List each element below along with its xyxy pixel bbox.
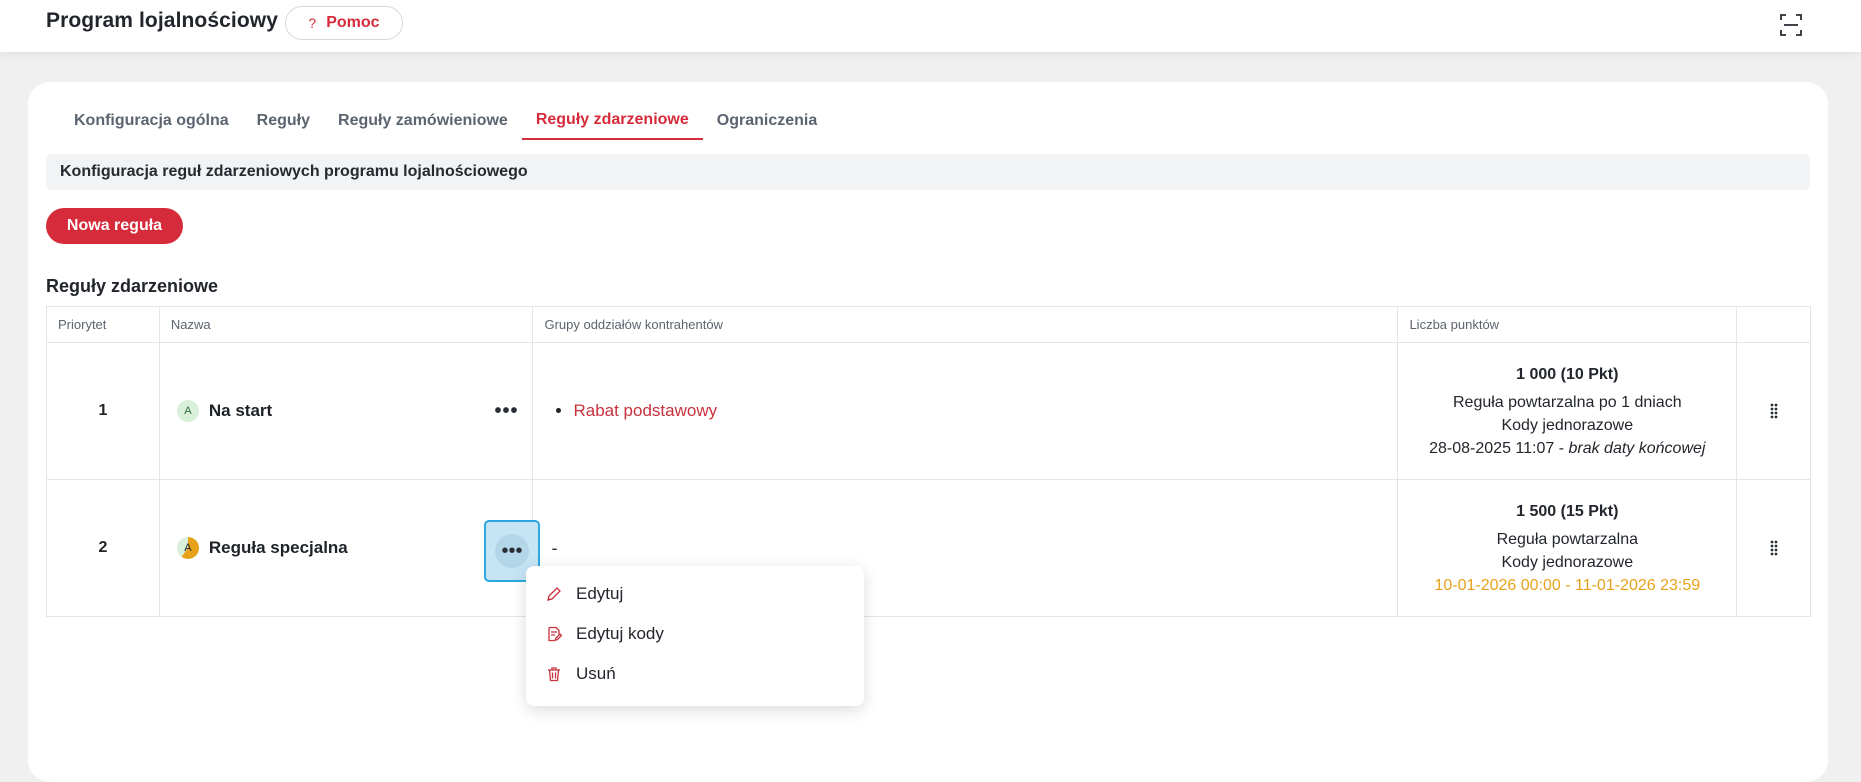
date-separator: -: [1554, 439, 1569, 457]
name-cell: A Na start •••: [160, 343, 534, 479]
more-icon: •••: [495, 534, 529, 568]
date-range: 10-01-2026 00:00 - 11-01-2026 23:59: [1434, 576, 1701, 594]
trash-icon: [548, 667, 560, 682]
question-icon: ?: [308, 15, 317, 31]
tab-order-rules[interactable]: Reguły zamówieniowe: [324, 102, 522, 140]
list-item: Rabat podstawowy: [573, 401, 717, 421]
date-range: 28-08-2025 11:07 - brak daty końcowej: [1429, 437, 1705, 460]
help-button[interactable]: ? Pomoc: [285, 6, 403, 40]
menu-item-label: Usuń: [576, 664, 616, 683]
points-cell: 1 500 (15 Pkt) Reguła powtarzalna Kody j…: [1398, 480, 1738, 616]
top-bar: Program lojalnościowy ? Pomoc: [0, 0, 1861, 52]
column-header-actions: [1737, 307, 1810, 342]
row-context-menu: Edytuj Edytuj kody Usuń: [526, 566, 864, 706]
menu-item-edit[interactable]: Edytuj: [526, 574, 864, 614]
tab-bar: Konfiguracja ogólna Reguły Reguły zamówi…: [60, 102, 831, 140]
tab-rules[interactable]: Reguły: [243, 102, 324, 140]
date-start: 28-08-2025 11:07: [1429, 439, 1555, 457]
row-actions-button[interactable]: •••: [488, 393, 524, 429]
column-header-groups: Grupy oddziałów kontrahentów: [533, 307, 1399, 342]
table-row: 1 A Na start ••• Rabat podstawowy 1 000 …: [47, 343, 1810, 480]
priority-cell: 2: [47, 480, 160, 616]
fullscreen-icon[interactable]: [1778, 12, 1804, 38]
drag-handle-icon[interactable]: [1770, 403, 1778, 419]
repeat-info: Reguła powtarzalna po 1 dniach: [1452, 393, 1682, 411]
priority-cell: 1: [47, 343, 160, 479]
name-cell: A Reguła specjalna: [160, 480, 534, 616]
table-row: 2 A Reguła specjalna - 1 500 (15 Pkt) Re…: [47, 480, 1810, 616]
codes-info: Kody jednorazowe: [1501, 553, 1634, 571]
table-header: Priorytet Nazwa Grupy oddziałów kontrahe…: [47, 307, 1810, 343]
drag-cell: [1737, 343, 1810, 479]
status-avatar: A: [176, 537, 199, 559]
drag-handle-icon[interactable]: [1770, 540, 1778, 556]
codes-info: Kody jednorazowe: [1501, 416, 1634, 434]
info-banner: Konfiguracja reguł zdarzeniowych program…: [46, 154, 1810, 190]
menu-item-edit-codes[interactable]: Edytuj kody: [526, 614, 864, 654]
tab-general-config[interactable]: Konfiguracja ogólna: [60, 102, 243, 140]
column-header-name: Nazwa: [160, 307, 534, 342]
date-end: brak daty końcowej: [1568, 439, 1706, 457]
tab-event-rules[interactable]: Reguły zdarzeniowe: [521, 102, 703, 140]
points-value: 1 000 (10 Pkt): [1516, 365, 1619, 383]
pencil-icon: [547, 587, 561, 601]
edit-document-icon: [548, 626, 562, 642]
column-header-priority: Priorytet: [47, 307, 160, 342]
new-rule-button[interactable]: Nowa reguła: [46, 208, 183, 244]
group-link[interactable]: Rabat podstawowy: [573, 401, 717, 420]
points-cell: 1 000 (10 Pkt) Reguła powtarzalna po 1 d…: [1398, 343, 1738, 479]
tab-limits[interactable]: Ograniczenia: [703, 102, 831, 140]
rule-name: Na start: [208, 401, 273, 420]
event-rules-table: Priorytet Nazwa Grupy oddziałów kontrahe…: [46, 306, 1811, 617]
column-header-points: Liczba punktów: [1398, 307, 1738, 342]
menu-item-label: Edytuj kody: [576, 624, 664, 643]
groups-cell: Rabat podstawowy: [533, 343, 1399, 479]
help-button-label: Pomoc: [326, 14, 380, 31]
menu-item-label: Edytuj: [576, 584, 624, 603]
rule-name: Reguła specjalna: [208, 538, 348, 557]
page-title: Program lojalnościowy: [46, 9, 278, 32]
menu-item-delete[interactable]: Usuń: [526, 654, 864, 694]
main-card: Konfiguracja ogólna Reguły Reguły zamówi…: [28, 82, 1828, 782]
drag-cell: [1737, 480, 1810, 616]
points-value: 1 500 (15 Pkt): [1516, 502, 1619, 520]
status-avatar: A: [176, 400, 199, 422]
repeat-info: Reguła powtarzalna: [1496, 530, 1638, 548]
section-title: Reguły zdarzeniowe: [46, 276, 219, 296]
